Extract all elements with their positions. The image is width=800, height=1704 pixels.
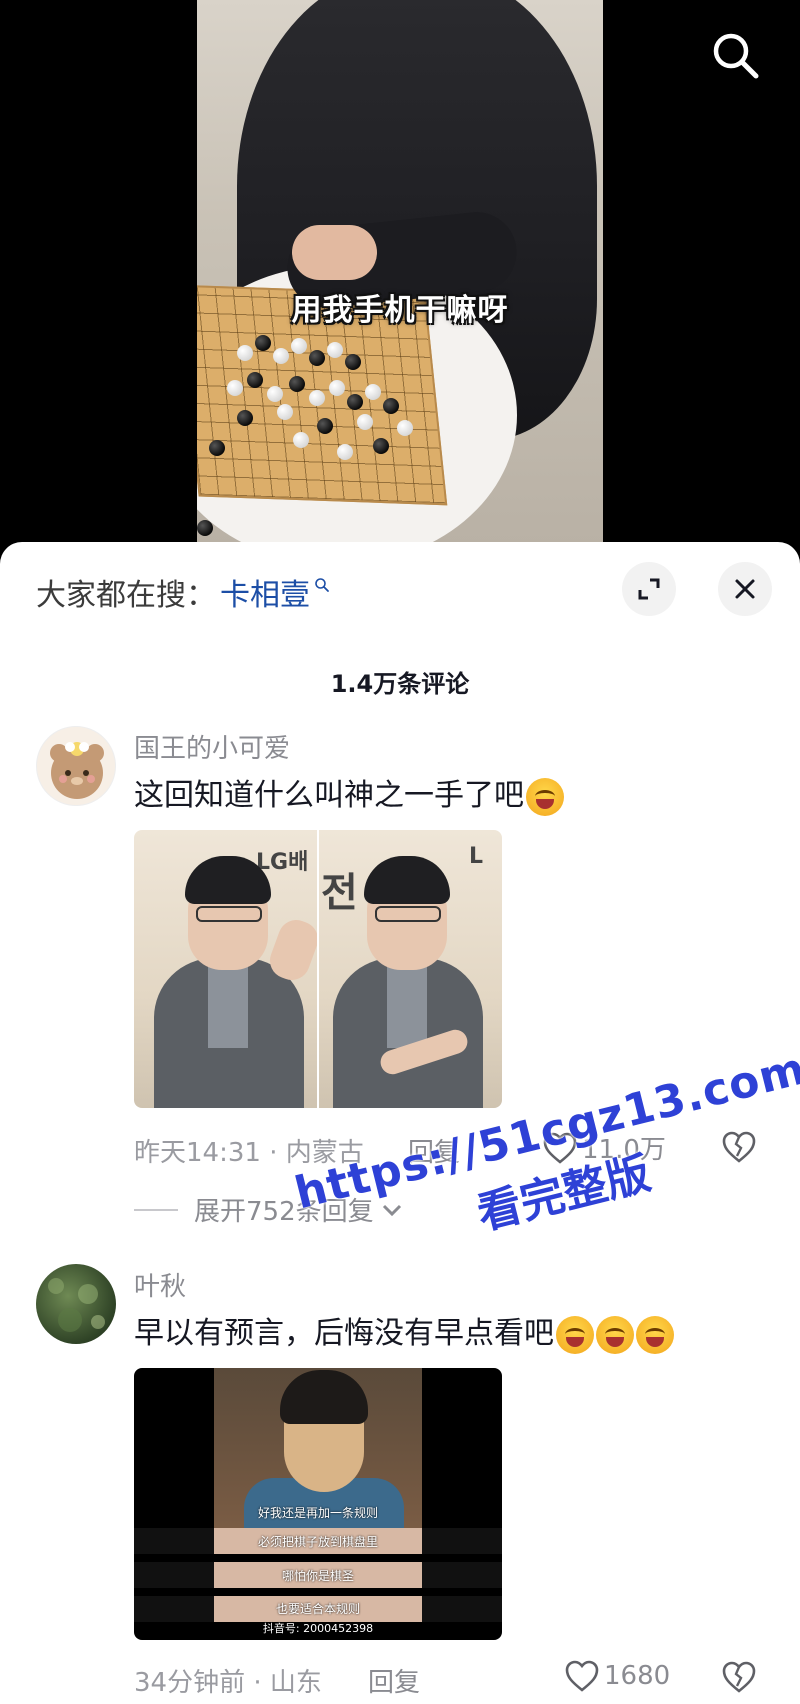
trending-search[interactable]: 大家都在搜： 卡相壹 bbox=[36, 570, 330, 614]
like-button[interactable]: 1680 bbox=[564, 1659, 670, 1693]
rolling-laugh-emoji bbox=[636, 1315, 674, 1354]
white-stone bbox=[293, 432, 309, 448]
divider-line bbox=[134, 1208, 178, 1211]
black-stone bbox=[289, 376, 305, 392]
username[interactable]: 叶秋 bbox=[134, 1266, 186, 1303]
close-icon bbox=[735, 579, 755, 599]
expand-icon bbox=[638, 578, 660, 600]
white-stone bbox=[365, 384, 381, 400]
subtitle-line: 好我还是再加一条规则 bbox=[257, 1506, 378, 1520]
white-stone bbox=[357, 414, 373, 430]
rolling-laugh-emoji bbox=[556, 1315, 594, 1354]
white-stone bbox=[309, 390, 325, 406]
white-stone bbox=[237, 345, 253, 361]
white-stone bbox=[327, 342, 343, 358]
comment-text: 早以有预言，后悔没有早点看吧 bbox=[134, 1308, 674, 1354]
avatar[interactable] bbox=[36, 726, 116, 806]
comment-text-body: 早以有预言，后悔没有早点看吧 bbox=[134, 1316, 554, 1351]
white-stone bbox=[273, 348, 289, 364]
image-sign-left: LG배 bbox=[256, 850, 309, 875]
hand bbox=[292, 225, 377, 280]
image-sign-right: 전 bbox=[321, 870, 358, 916]
black-stone bbox=[237, 410, 253, 426]
video-player[interactable]: 用我手机干嘛呀 bbox=[0, 0, 800, 560]
black-stone bbox=[247, 372, 263, 388]
subtitle-line: 必须把棋子放到棋盘里 bbox=[257, 1535, 378, 1549]
expand-button[interactable] bbox=[622, 562, 676, 616]
video-id: 抖音号: 2000452398 bbox=[262, 1622, 374, 1635]
black-stone bbox=[383, 398, 399, 414]
photo-panel-right: 전 L bbox=[319, 830, 502, 1108]
white-stone bbox=[227, 380, 243, 396]
white-stone bbox=[267, 386, 283, 402]
white-stone bbox=[277, 404, 293, 420]
black-stone bbox=[345, 354, 361, 370]
rolling-laugh-emoji bbox=[596, 1315, 634, 1354]
comment-text-body: 这回知道什么叫神之一手了吧 bbox=[134, 778, 524, 813]
black-stone bbox=[373, 438, 389, 454]
black-stone bbox=[209, 440, 225, 456]
comment-video[interactable]: 好我还是再加一条规则 必须把棋子放到棋盘里 哪怕你是棋圣 也要适合本规则 抖音号… bbox=[134, 1368, 502, 1640]
trending-search-label: 大家都在搜： bbox=[36, 578, 216, 613]
photo-panel-left: LG배 bbox=[134, 830, 318, 1108]
white-stone bbox=[397, 420, 413, 436]
avatar[interactable] bbox=[36, 1264, 116, 1344]
white-stone bbox=[291, 338, 307, 354]
comment-image[interactable]: LG배 전 L bbox=[134, 830, 502, 1108]
black-stone bbox=[347, 394, 363, 410]
username[interactable]: 国王的小可爱 bbox=[134, 728, 290, 765]
comment-meta: 34分钟前 · 山东 bbox=[134, 1668, 322, 1698]
search-icon[interactable] bbox=[710, 30, 762, 82]
video-frame bbox=[197, 0, 603, 545]
black-stone bbox=[317, 418, 333, 434]
comment-count: 1.4万条评论 bbox=[330, 670, 470, 698]
black-stone bbox=[255, 335, 271, 351]
like-count: 1680 bbox=[604, 1661, 671, 1691]
subtitle-line: 哪怕你是棋圣 bbox=[281, 1569, 354, 1583]
comment-text: 这回知道什么叫神之一手了吧 bbox=[134, 770, 564, 816]
black-stone bbox=[309, 350, 325, 366]
crying-laugh-emoji bbox=[526, 777, 564, 816]
white-stone bbox=[329, 380, 345, 396]
reply-button[interactable]: 回复 bbox=[368, 1662, 420, 1699]
trending-search-keyword[interactable]: 卡相壹 bbox=[220, 570, 310, 614]
heart-icon bbox=[565, 1660, 599, 1692]
video-caption: 用我手机干嘛呀 bbox=[291, 293, 509, 328]
search-icon bbox=[315, 578, 329, 592]
white-stone bbox=[337, 444, 353, 460]
close-button[interactable] bbox=[718, 562, 772, 616]
dislike-icon[interactable] bbox=[720, 1660, 758, 1694]
comment-item: 叶秋 早以有预言，后悔没有早点看吧 好我还是再加一条规则 必须把棋子放到棋盘里 … bbox=[0, 1262, 800, 1704]
black-stone bbox=[197, 520, 213, 536]
subtitle-line: 也要适合本规则 bbox=[275, 1602, 360, 1616]
